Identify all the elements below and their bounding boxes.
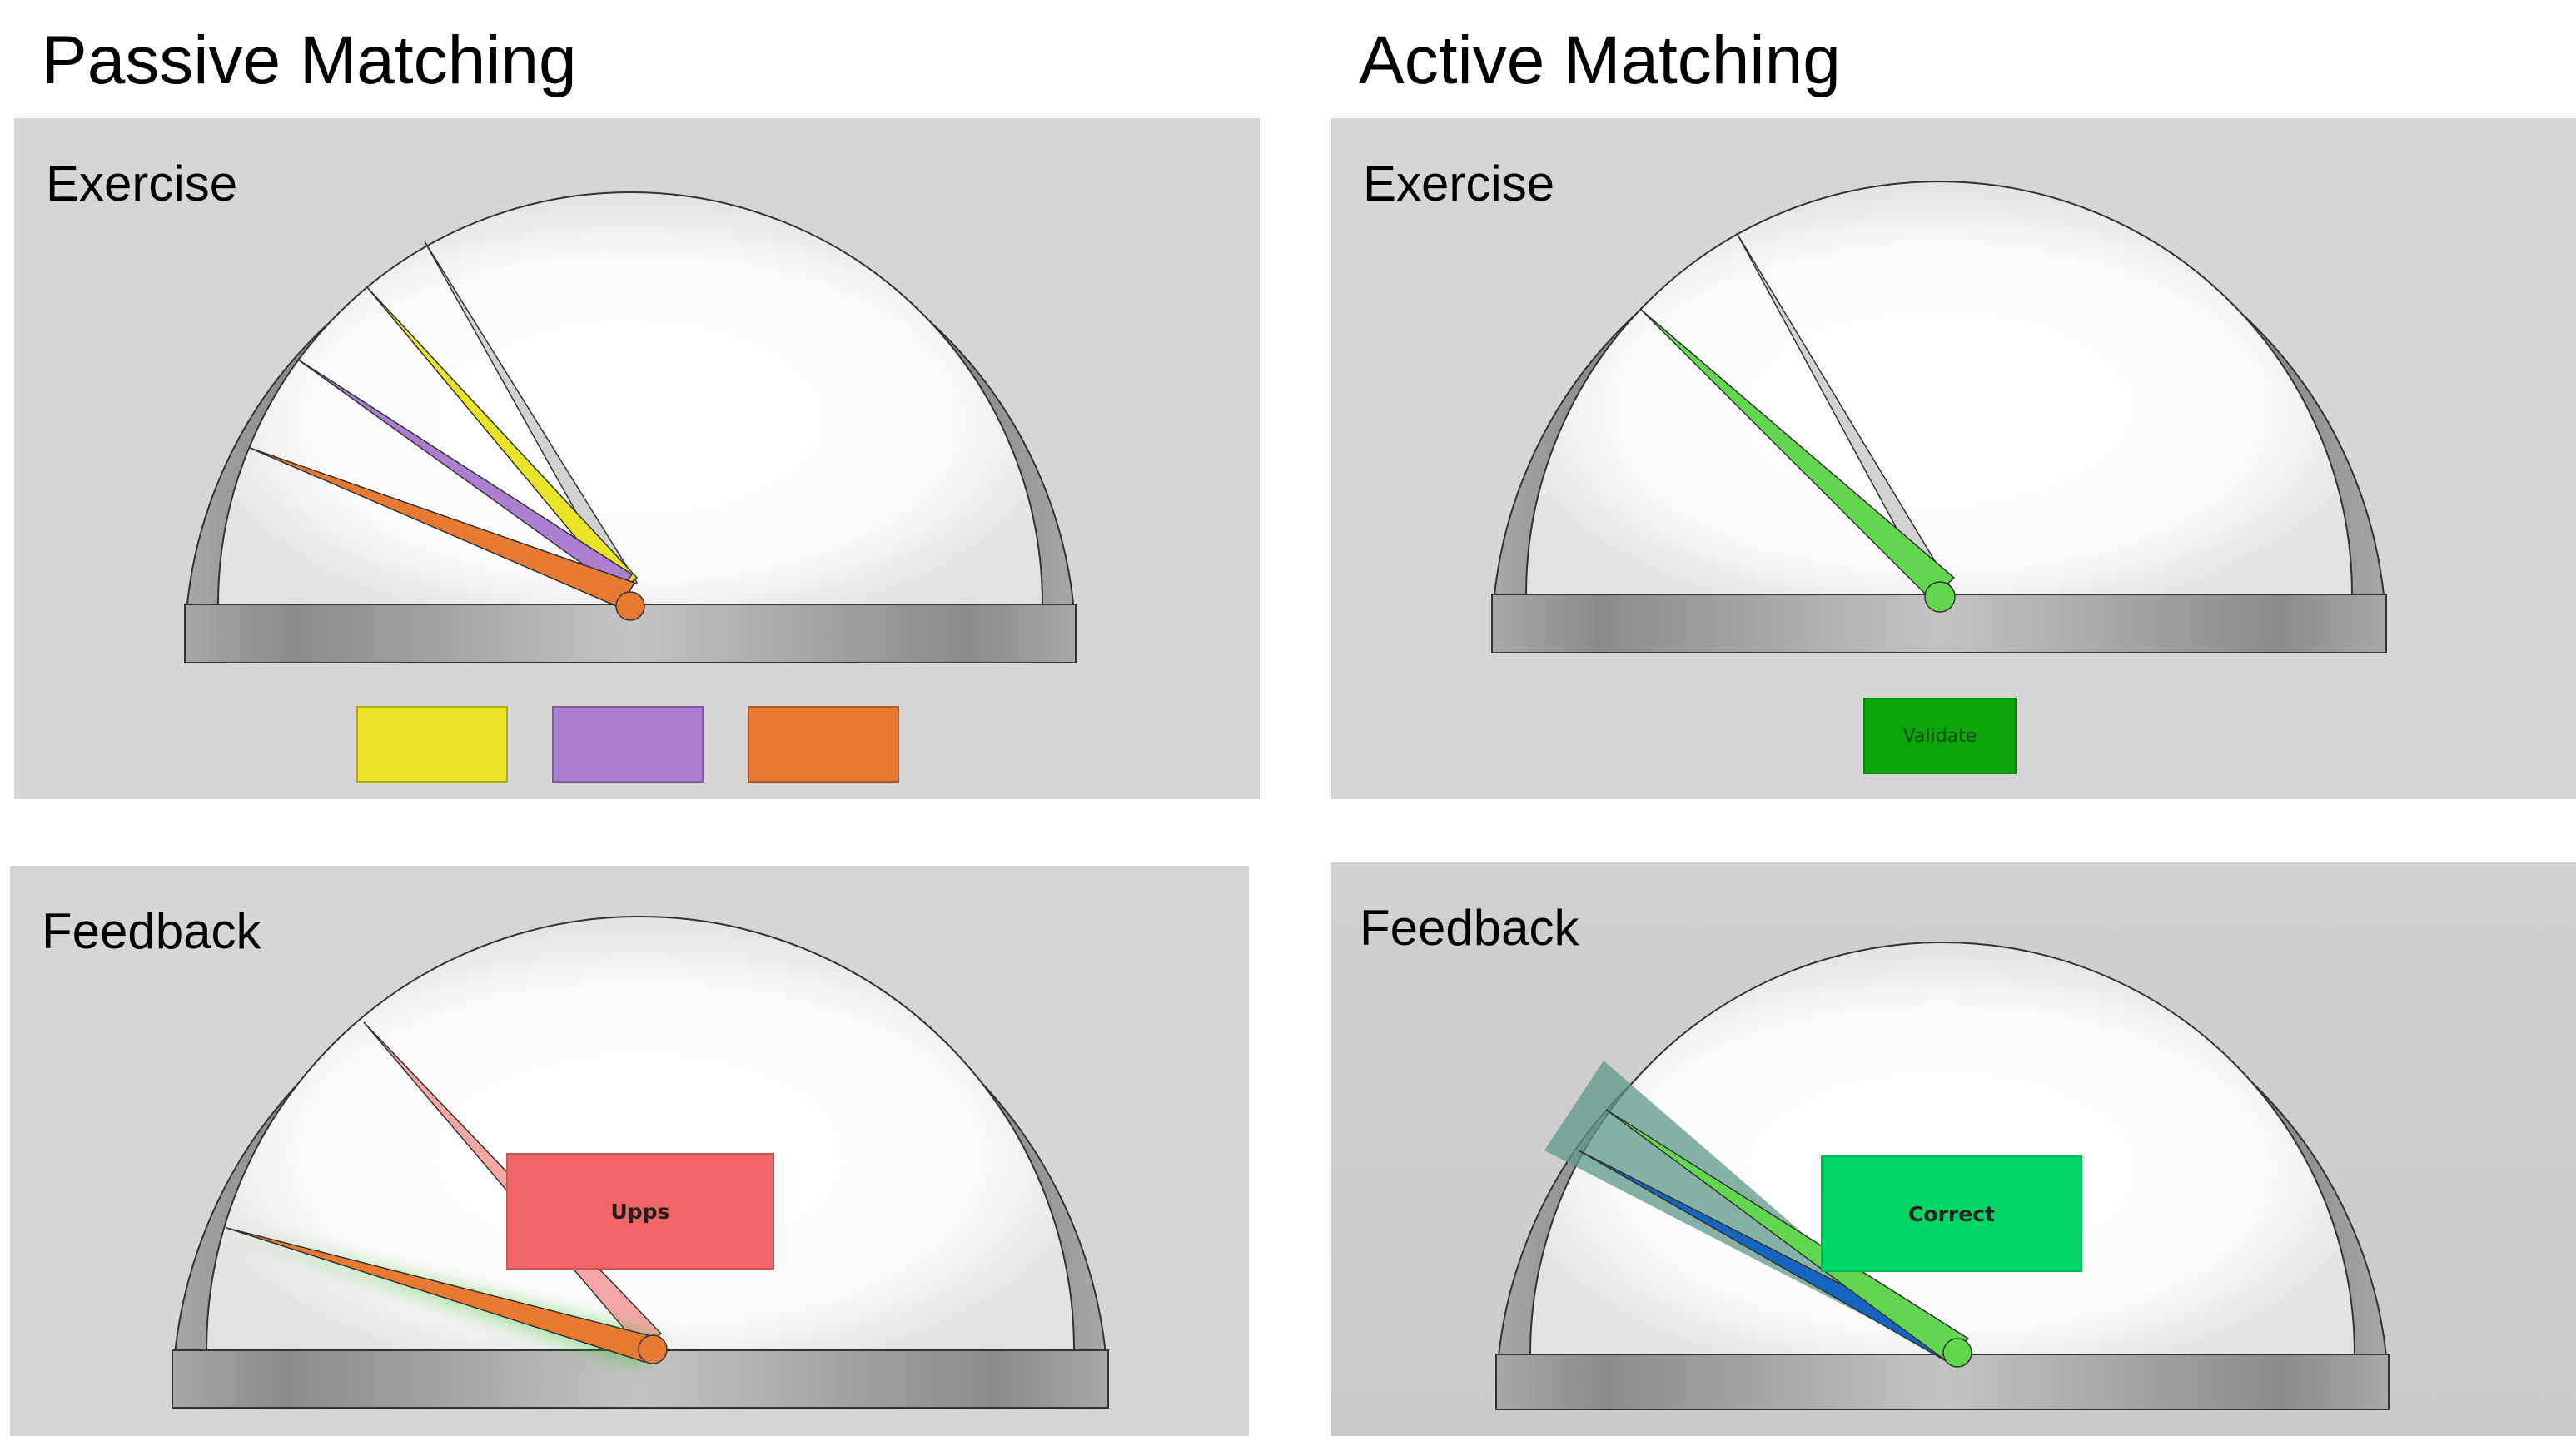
answer-option-orange[interactable] — [748, 706, 899, 783]
gauge-dial — [172, 916, 1109, 1409]
passive-exercise-panel: Exercise — [14, 118, 1260, 799]
active-matching-title: Active Matching — [1359, 22, 1841, 98]
answer-option-yellow[interactable] — [356, 706, 508, 783]
passive-feedback-panel: Feedback Upps — [10, 866, 1249, 1436]
gauge-dial — [183, 191, 1077, 663]
validate-button[interactable]: Validate — [1863, 698, 2017, 774]
feedback-message-correct: Correct — [1821, 1155, 2082, 1272]
active-feedback-panel: Feedback Correct — [1331, 862, 2576, 1436]
feedback-message-upps: Upps — [506, 1153, 774, 1270]
gauge-dial — [1495, 942, 2390, 1410]
active-exercise-panel: Exercise Validate — [1331, 118, 2576, 799]
answer-option-purple[interactable] — [552, 706, 704, 783]
passive-matching-title: Passive Matching — [42, 22, 577, 98]
